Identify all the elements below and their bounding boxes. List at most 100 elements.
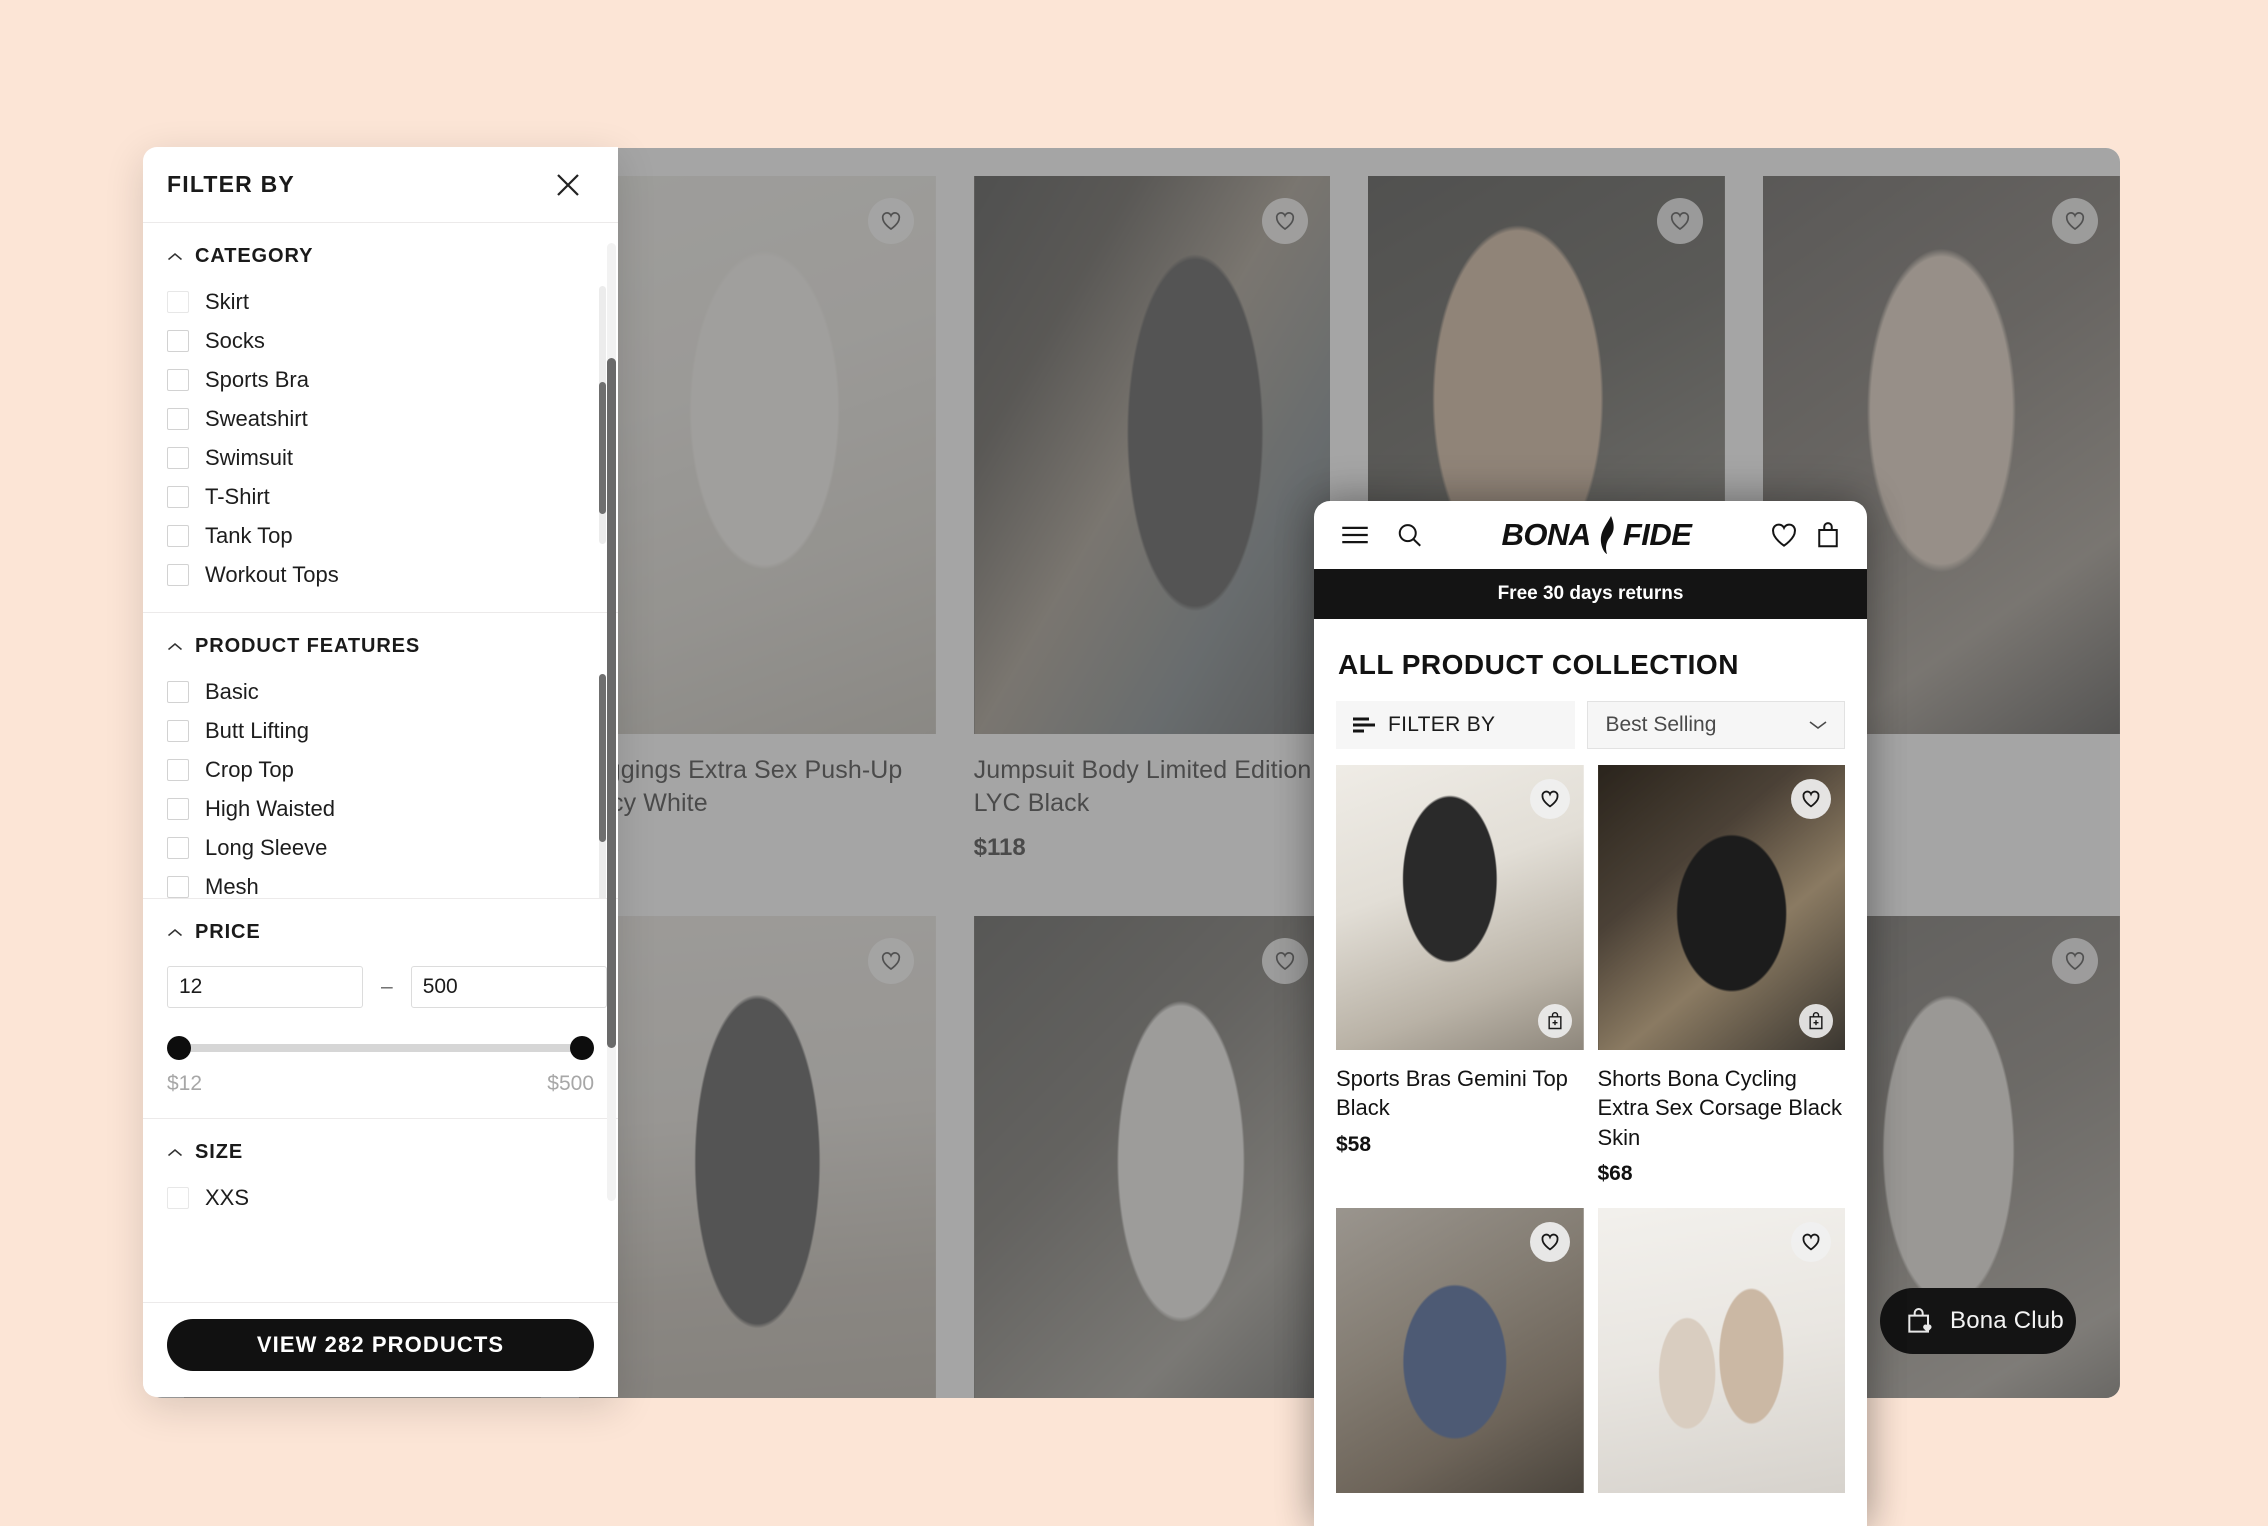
filter-option-row[interactable]: Skirt: [167, 282, 594, 321]
product-image[interactable]: [973, 916, 1331, 1398]
price-min-input[interactable]: [167, 966, 363, 1008]
filter-section-price-header[interactable]: PRICE: [143, 899, 618, 956]
checkbox[interactable]: [167, 407, 189, 430]
wishlist-button[interactable]: [1791, 1221, 1831, 1262]
wishlist-button[interactable]: [1262, 198, 1309, 244]
wishlist-button[interactable]: [1262, 938, 1309, 984]
checkbox[interactable]: [167, 797, 189, 820]
filter-option-list: Skirt Socks Sports Bra Sweatshirt Swimsu…: [143, 280, 618, 612]
wishlist-button[interactable]: [867, 198, 914, 244]
product-image[interactable]: [1597, 1207, 1845, 1493]
filter-option-row[interactable]: Butt Lifting: [167, 711, 594, 750]
checkbox[interactable]: [167, 680, 189, 703]
product-features-scrollbar[interactable]: [599, 674, 606, 898]
category-scrollbar[interactable]: [599, 286, 606, 544]
checkbox[interactable]: [167, 875, 189, 898]
wishlist-button[interactable]: [1529, 779, 1570, 819]
add-to-bag-icon: [1547, 1011, 1562, 1030]
filter-drawer-header: FILTER BY: [143, 147, 618, 223]
filter-section-price: PRICE – $12 $500: [143, 899, 618, 1119]
filter-option-row[interactable]: Workout Tops: [167, 555, 594, 594]
checkbox[interactable]: [167, 368, 189, 391]
brand-logo[interactable]: BONA FIDE: [1424, 515, 1769, 555]
add-to-cart-button[interactable]: [1537, 1004, 1572, 1038]
wishlist-button[interactable]: [867, 938, 914, 984]
filter-section-title: PRODUCT FEATURES: [195, 635, 421, 657]
desktop-product-card[interactable]: [578, 916, 936, 1398]
wishlist-button[interactable]: [1529, 1221, 1570, 1262]
mobile-product-card[interactable]: Shorts Bona Cycling Extra Sex Corsage Bl…: [1597, 765, 1845, 1186]
heart-icon: [1671, 212, 1690, 231]
price-max-input[interactable]: [410, 966, 607, 1008]
close-icon: [557, 173, 579, 196]
filter-drawer-title: FILTER BY: [167, 171, 295, 197]
product-image[interactable]: [973, 176, 1331, 734]
product-price: $118: [973, 834, 1026, 861]
price-range-slider[interactable]: [167, 1036, 594, 1060]
search-icon[interactable]: [1394, 520, 1424, 550]
mobile-sort-value: Best Selling: [1605, 713, 1717, 736]
filter-option-row[interactable]: Socks: [167, 321, 594, 360]
checkbox[interactable]: [167, 524, 189, 547]
filter-option-row[interactable]: T-Shirt: [167, 477, 594, 516]
desktop-product-card[interactable]: Jumpsuit Body Limited Edition LYC Black …: [973, 176, 1331, 916]
wishlist-button[interactable]: [2051, 198, 2098, 244]
filter-option-row[interactable]: Sports Bra: [167, 360, 594, 399]
filter-option-row[interactable]: Sweatshirt: [167, 399, 594, 438]
checkbox[interactable]: [167, 563, 189, 586]
wishlist-button[interactable]: [1657, 198, 1704, 244]
product-image[interactable]: [578, 916, 936, 1398]
mobile-product-card[interactable]: [1597, 1207, 1845, 1507]
checkbox[interactable]: [167, 836, 189, 859]
mobile-product-card[interactable]: [1336, 1207, 1584, 1507]
filter-option-row[interactable]: XXS: [167, 1178, 594, 1217]
checkbox[interactable]: [167, 1186, 189, 1209]
filter-option-row[interactable]: Swimsuit: [167, 438, 594, 477]
filter-section-category-header[interactable]: CATEGORY: [143, 223, 618, 280]
checkbox[interactable]: [167, 758, 189, 781]
desktop-product-card[interactable]: [973, 916, 1331, 1398]
wishlist-button[interactable]: [1791, 779, 1831, 819]
product-title: Shorts Bona Cycling Extra Sex Corsage Bl…: [1597, 1066, 1843, 1150]
chevron-up-icon: [168, 252, 182, 260]
heart-icon[interactable]: [1769, 520, 1799, 550]
bona-club-button[interactable]: Bona Club: [1880, 1288, 2076, 1354]
hamburger-menu-icon[interactable]: [1338, 518, 1372, 552]
heart-icon: [1541, 1233, 1558, 1251]
desktop-product-card[interactable]: Leggings Extra Sex Push-Up Juicy White $…: [578, 176, 936, 916]
filter-option-row[interactable]: Crop Top: [167, 750, 594, 789]
filter-drawer-scrollbar[interactable]: [607, 243, 616, 1201]
checkbox[interactable]: [167, 446, 189, 469]
filter-option-row[interactable]: Basic: [167, 672, 594, 711]
slider-handle-max[interactable]: [570, 1036, 594, 1060]
close-filter-button[interactable]: [553, 170, 583, 200]
filter-drawer: FILTER BY CATEGORY Skirt Socks Sports Br…: [143, 147, 618, 1397]
filter-section-size-header[interactable]: SIZE: [143, 1119, 618, 1176]
product-image[interactable]: [578, 176, 936, 734]
shopping-bag-icon[interactable]: [1813, 520, 1843, 550]
wishlist-button[interactable]: [2051, 938, 2098, 984]
add-to-cart-button[interactable]: [1799, 1004, 1833, 1038]
checkbox[interactable]: [167, 719, 189, 742]
filter-option-row[interactable]: Long Sleeve: [167, 828, 594, 867]
mobile-filter-by-button[interactable]: FILTER BY: [1336, 701, 1575, 749]
filter-option-label: T-Shirt: [205, 483, 270, 509]
product-image[interactable]: [1336, 765, 1584, 1050]
product-image[interactable]: [1336, 1207, 1584, 1493]
checkbox[interactable]: [167, 290, 189, 313]
slider-handle-min[interactable]: [167, 1036, 191, 1060]
filter-option-list: XXS: [143, 1176, 618, 1217]
checkbox[interactable]: [167, 329, 189, 352]
filter-option-list: Basic Butt Lifting Crop Top High Waisted…: [143, 670, 618, 898]
mobile-sort-select[interactable]: Best Selling: [1586, 701, 1845, 749]
view-products-button[interactable]: VIEW 282 PRODUCTS: [167, 1319, 594, 1371]
price-range-inputs: –: [143, 956, 618, 1008]
filter-option-row[interactable]: High Waisted: [167, 789, 594, 828]
mobile-product-card[interactable]: Sports Bras Gemini Top Black $58: [1336, 765, 1584, 1186]
filter-option-row[interactable]: Mesh: [167, 867, 594, 898]
checkbox[interactable]: [167, 485, 189, 508]
filter-section-product-features-header[interactable]: PRODUCT FEATURES: [143, 613, 618, 670]
product-image[interactable]: [1597, 765, 1845, 1050]
flame-icon: [1600, 516, 1614, 554]
filter-option-row[interactable]: Tank Top: [167, 516, 594, 555]
